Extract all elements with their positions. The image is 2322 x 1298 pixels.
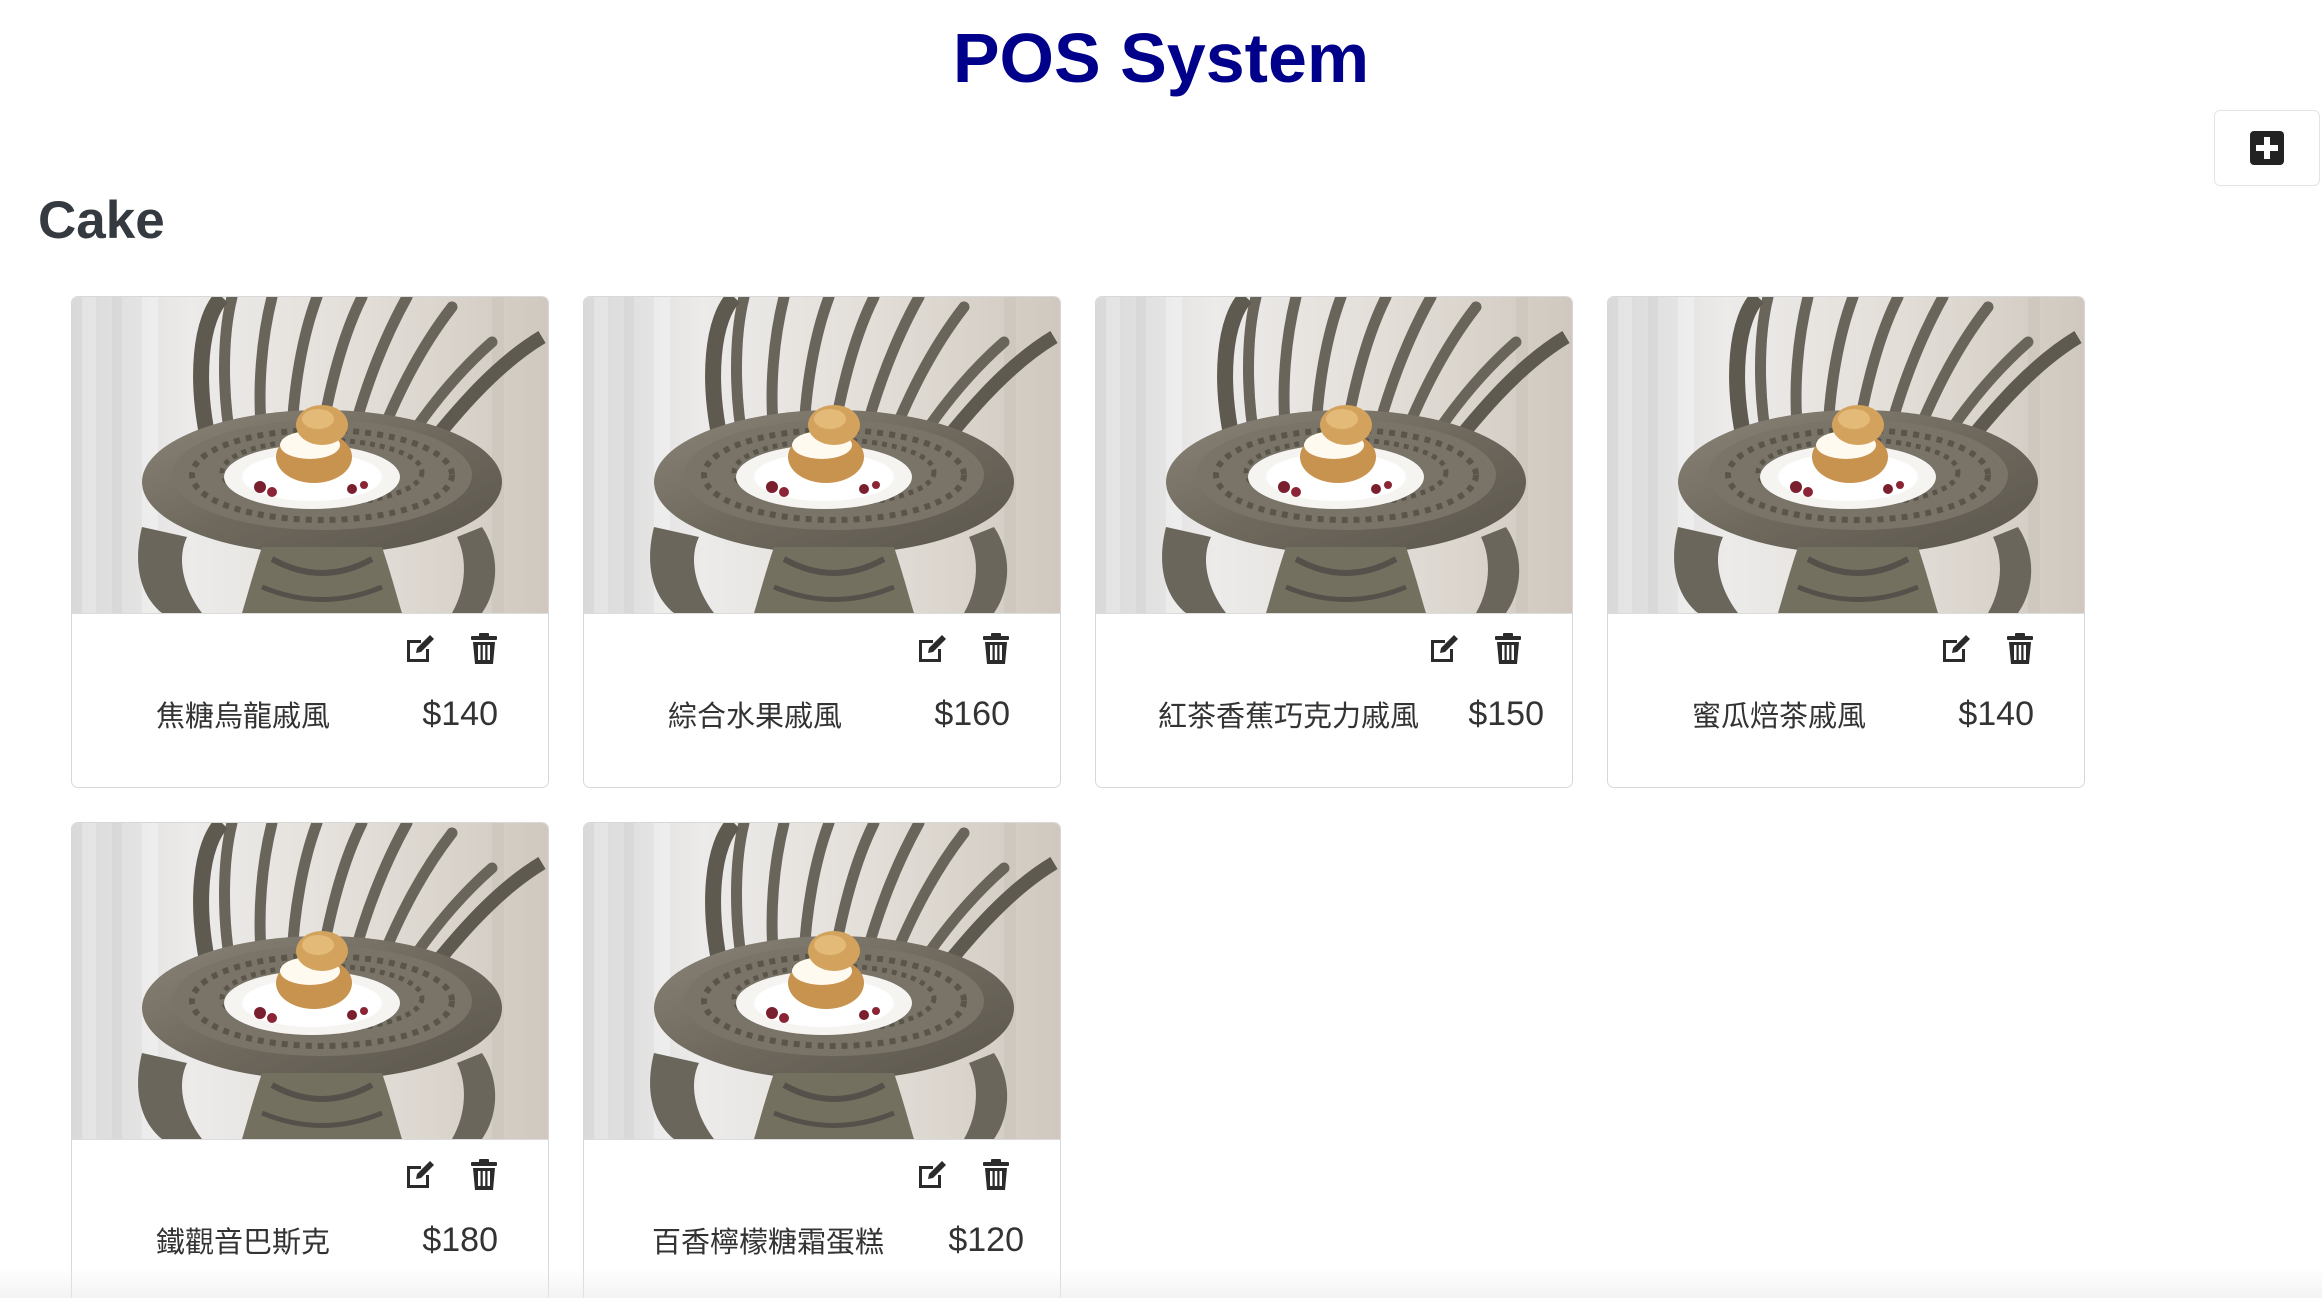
card-actions [914,629,1014,669]
product-image [72,823,548,1140]
product-price: $180 [422,1221,498,1259]
product-name: 鐵觀音巴斯克 [156,1225,331,1259]
product-price: $120 [948,1221,1024,1259]
pos-page: POS System Cake 焦糖烏龍戚風 $140 綜合水果戚風 $160 [0,0,2322,1298]
add-item-button[interactable] [2214,110,2320,186]
delete-button[interactable] [2002,629,2038,669]
product-name: 綜合水果戚風 [668,699,843,733]
product-name: 蜜瓜焙茶戚風 [1692,699,1867,733]
product-card: 百香檸檬糖霜蛋糕 $120 [583,822,1061,1298]
plus-square-icon [2250,131,2284,165]
product-card: 紅茶香蕉巧克力戚風 $150 [1095,296,1573,788]
product-card: 蜜瓜焙茶戚風 $140 [1607,296,2085,788]
edit-button[interactable] [914,629,950,669]
edit-icon [1939,632,1973,666]
trash-icon [982,633,1010,665]
edit-icon [403,1158,437,1192]
card-actions [1426,629,1526,669]
delete-button[interactable] [978,1155,1014,1195]
product-name: 百香檸檬糖霜蛋糕 [652,1225,885,1259]
edit-button[interactable] [402,1155,438,1195]
card-actions [402,629,502,669]
product-price: $140 [1958,695,2034,733]
edit-icon [915,1158,949,1192]
delete-button[interactable] [466,629,502,669]
card-actions [1938,629,2038,669]
delete-button[interactable] [466,1155,502,1195]
trash-icon [1494,633,1522,665]
trash-icon [470,633,498,665]
trash-icon [2006,633,2034,665]
delete-button[interactable] [978,629,1014,669]
section-title: Cake [38,191,165,250]
product-image [1608,297,2084,614]
product-image [584,297,1060,614]
product-card: 焦糖烏龍戚風 $140 [71,296,549,788]
edit-icon [915,632,949,666]
card-actions [914,1155,1014,1195]
product-card: 鐵觀音巴斯克 $180 [71,822,549,1298]
product-price: $150 [1468,695,1544,733]
trash-icon [470,1159,498,1191]
edit-icon [1427,632,1461,666]
trash-icon [982,1159,1010,1191]
delete-button[interactable] [1490,629,1526,669]
edit-button[interactable] [1938,629,1974,669]
card-actions [402,1155,502,1195]
edit-button[interactable] [1426,629,1462,669]
product-name: 紅茶香蕉巧克力戚風 [1158,699,1420,733]
product-price: $140 [422,695,498,733]
edit-icon [403,632,437,666]
edit-button[interactable] [402,629,438,669]
product-price: $160 [934,695,1010,733]
page-title: POS System [952,19,1370,97]
product-name: 焦糖烏龍戚風 [156,699,331,733]
product-image [1096,297,1572,614]
product-image [584,823,1060,1140]
product-image [72,297,548,614]
product-card: 綜合水果戚風 $160 [583,296,1061,788]
edit-button[interactable] [914,1155,950,1195]
